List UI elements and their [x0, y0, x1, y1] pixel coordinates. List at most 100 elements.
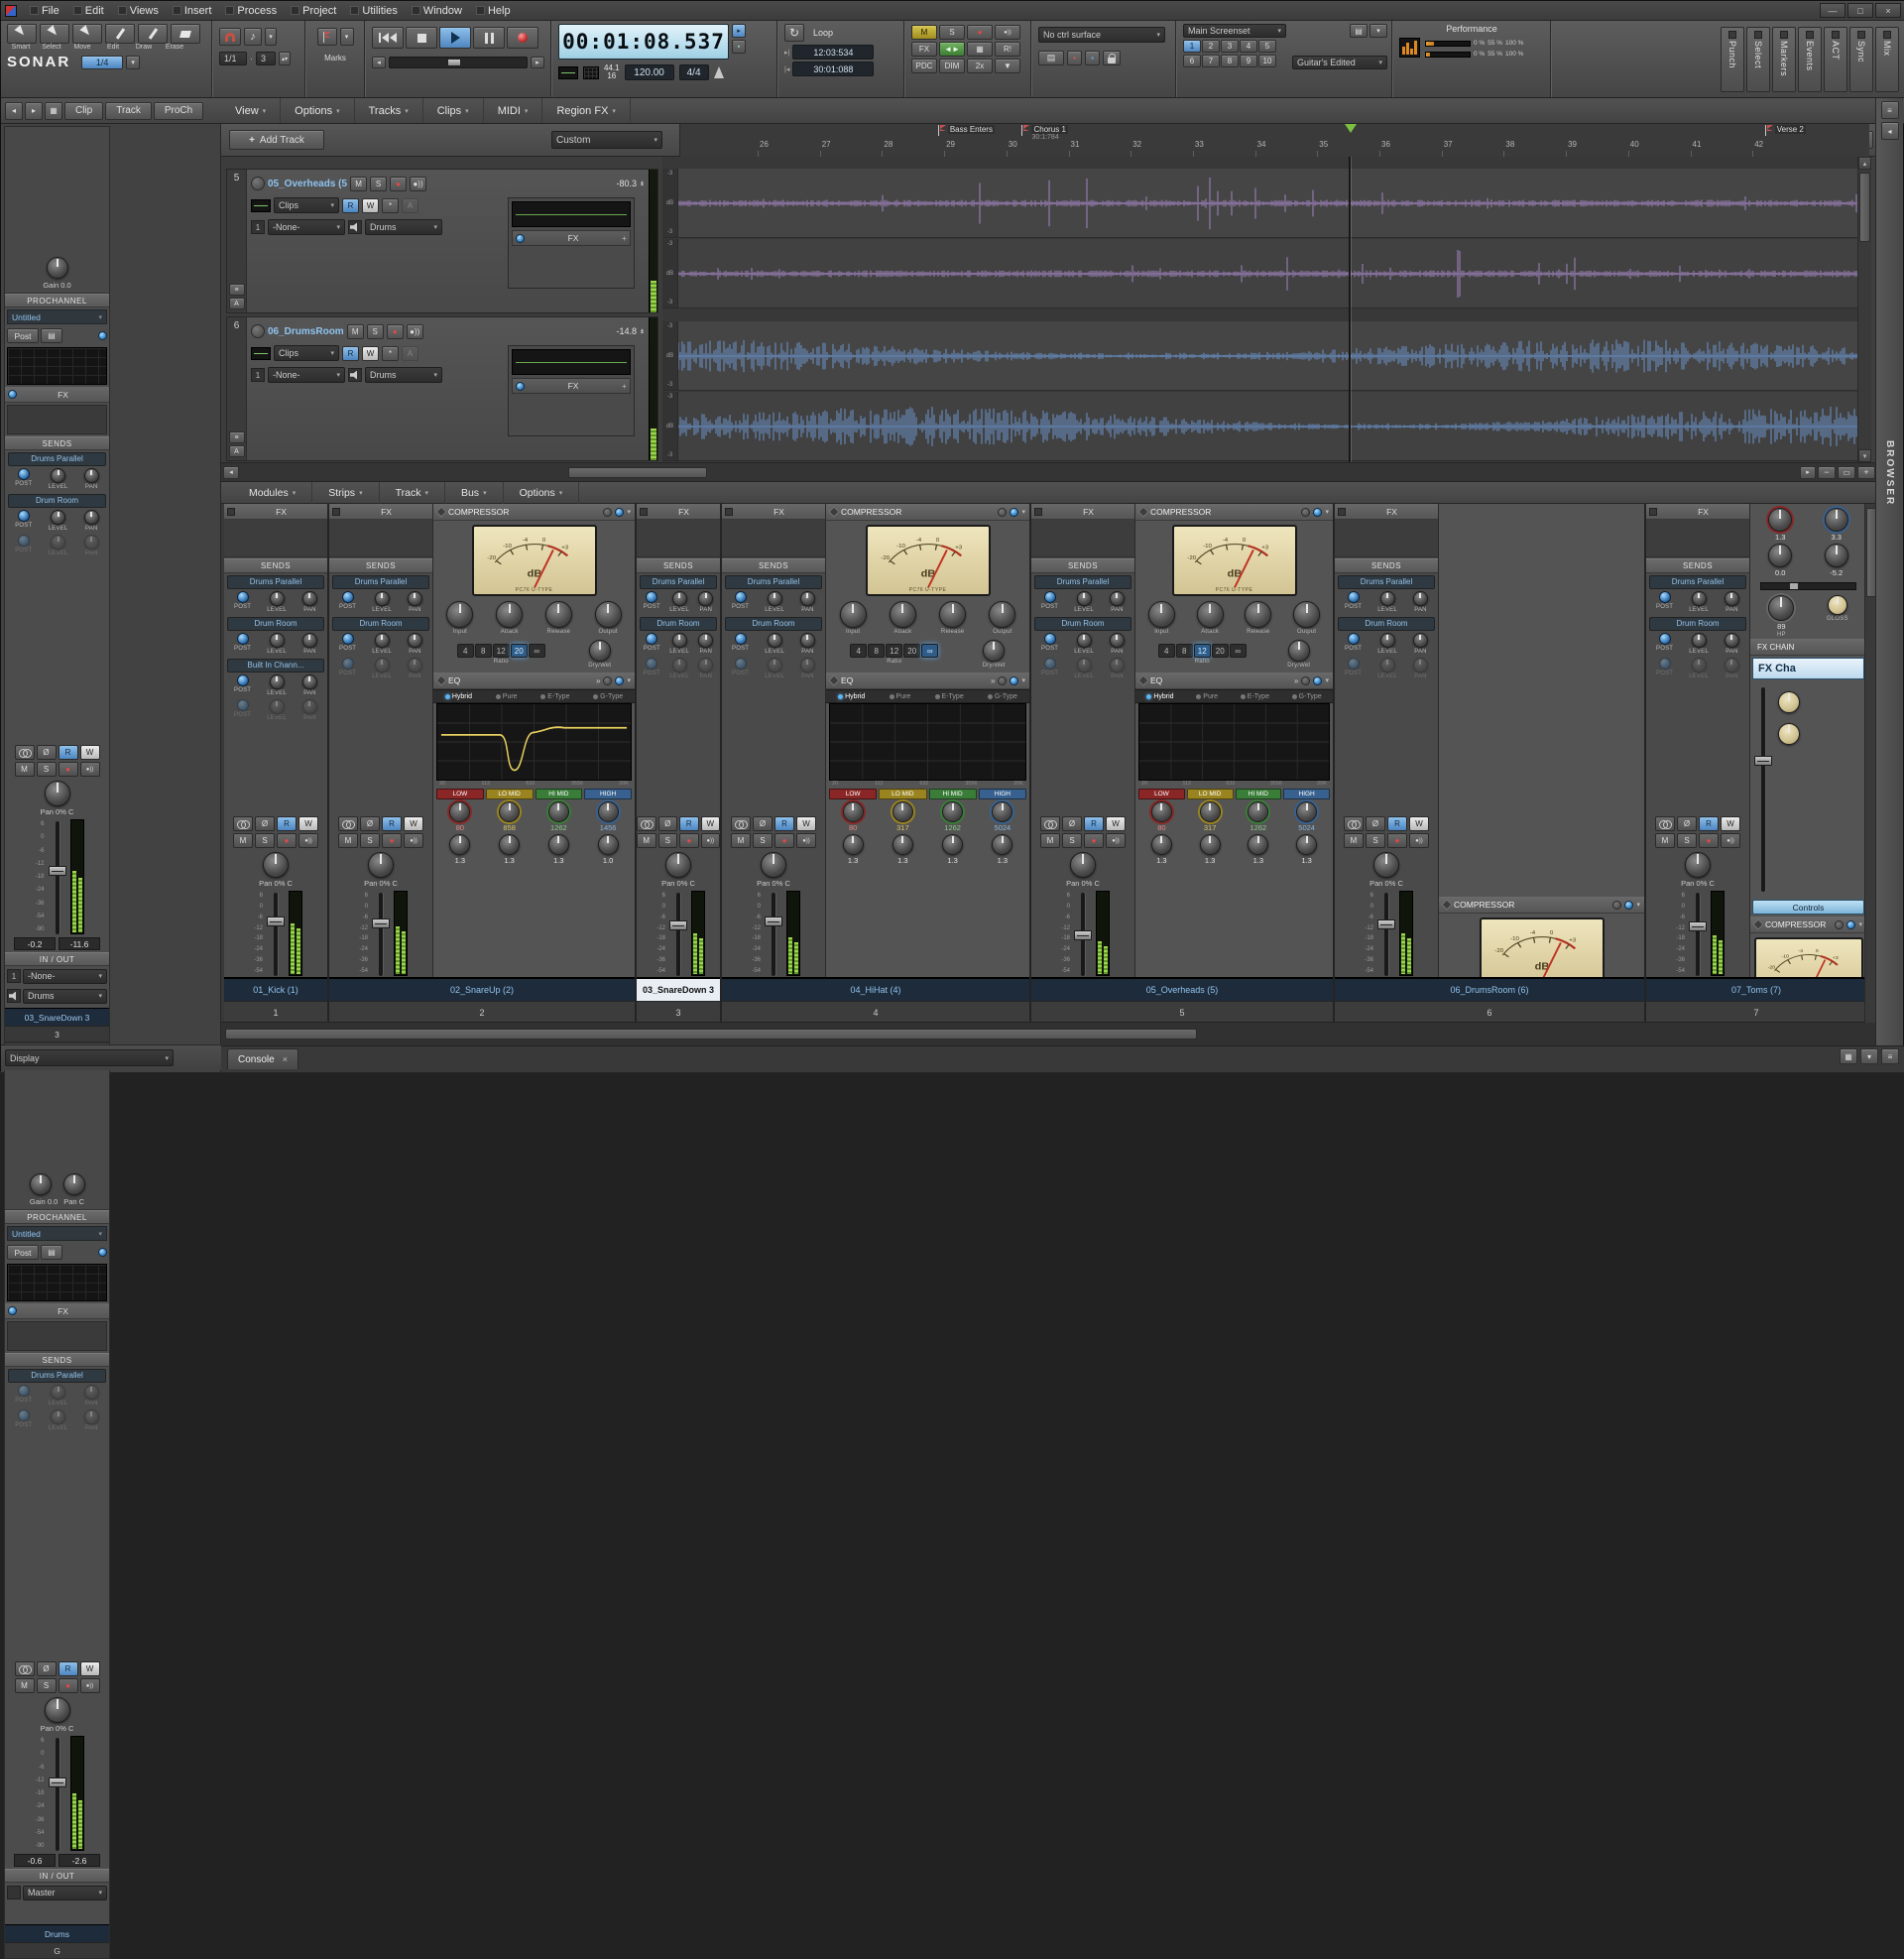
menu-window[interactable]: Window [405, 3, 469, 19]
power-icon[interactable] [98, 1248, 107, 1257]
send-pan-knob[interactable] [302, 674, 317, 689]
band-gain-knob[interactable] [598, 834, 619, 855]
fx-bin[interactable] [329, 520, 432, 557]
volume-fader[interactable] [764, 891, 783, 977]
pause-button[interactable] [473, 27, 505, 49]
volume-fader[interactable] [1688, 891, 1708, 977]
ratio-20-button[interactable]: 20 [903, 644, 920, 658]
archive-button[interactable]: A [402, 346, 418, 361]
send-pan-knob[interactable] [698, 591, 713, 606]
send-post-led[interactable] [237, 674, 249, 686]
send-pan-knob[interactable] [1725, 633, 1739, 648]
marker-add-button[interactable] [317, 28, 337, 46]
tool-move[interactable] [72, 24, 102, 44]
interleave-button[interactable] [1040, 816, 1060, 831]
fx-bypass-icon[interactable] [1338, 508, 1346, 516]
send-pan-knob[interactable] [84, 1409, 99, 1424]
console-menu-bus[interactable]: Bus▾ [445, 482, 504, 504]
eq-type-hybrid[interactable]: Hybrid [445, 693, 472, 700]
solo-button[interactable]: S [1366, 833, 1385, 848]
scroll-left-icon[interactable]: ◂ [223, 466, 239, 479]
tool-smart[interactable] [7, 24, 37, 44]
band-gain-knob[interactable] [892, 834, 913, 855]
metronome-icon[interactable] [714, 66, 724, 78]
close-icon[interactable]: × [283, 1054, 288, 1064]
ratio-4-button[interactable]: 4 [1158, 644, 1175, 658]
stop-button[interactable] [406, 27, 437, 49]
screenset-8[interactable]: 8 [1221, 55, 1239, 67]
tools-more-button[interactable]: ▾ [126, 56, 140, 69]
strip-name[interactable]: 07_Toms (7) [1646, 977, 1864, 1001]
send-post-led[interactable] [237, 633, 249, 645]
record-arm-button[interactable]: ● [387, 324, 404, 339]
send-level-knob[interactable] [1692, 591, 1707, 606]
marker-bass-enters[interactable]: Bass Enters [938, 125, 995, 136]
menu-midi[interactable]: MIDI▾ [484, 98, 543, 123]
ratio-12-button[interactable]: 12 [1194, 644, 1211, 658]
menu-view[interactable]: View▾ [221, 98, 281, 123]
eq-expand-icon[interactable]: » [1294, 676, 1298, 685]
chevron-down-icon[interactable]: ▾ [627, 508, 631, 516]
ratio-4-button[interactable]: 4 [850, 644, 867, 658]
send-post-led[interactable] [342, 591, 354, 603]
band-gain-knob[interactable] [449, 834, 470, 855]
gain-knob[interactable] [30, 1173, 52, 1195]
fader-handle[interactable] [765, 917, 782, 926]
fader-handle[interactable] [49, 1777, 66, 1787]
chevron-down-icon[interactable]: ▾ [1021, 676, 1025, 684]
dock-list-icon[interactable]: ≡ [1881, 1048, 1899, 1064]
band-freq-knob[interactable] [598, 801, 619, 822]
screenset-revert-button[interactable]: ▾ [1369, 24, 1387, 38]
solo-button[interactable]: S [360, 833, 380, 848]
send-pan-knob[interactable] [84, 1385, 99, 1400]
band-gain-knob[interactable] [1151, 834, 1172, 855]
eq-preset-icon[interactable] [603, 676, 612, 685]
phase-button[interactable]: Ø [1677, 816, 1697, 831]
menu-tracks[interactable]: Tracks▾ [355, 98, 423, 123]
fx-bypass-icon[interactable] [725, 508, 733, 516]
volume-fader[interactable] [48, 1736, 67, 1853]
pan-knob[interactable] [45, 1697, 70, 1723]
inspector-tab-proch[interactable]: ProCh [154, 102, 203, 120]
fx-bin[interactable] [1031, 520, 1134, 557]
snap-strength-dropdown[interactable]: 3 [256, 52, 276, 65]
marker-chorus-1[interactable]: Chorus 130:1:784 [1021, 125, 1067, 141]
module-tab-punch[interactable]: Punch [1721, 27, 1744, 92]
send-level-knob[interactable] [672, 633, 687, 648]
screenset-copy-button[interactable]: ▤ [1350, 24, 1368, 38]
phase-button[interactable]: Ø [1062, 816, 1082, 831]
clip-lane[interactable]: -3dB-3 [662, 321, 1857, 391]
fxchain-controls-button[interactable]: Controls [1752, 900, 1864, 915]
fader-handle[interactable] [49, 866, 66, 876]
display-dropdown[interactable]: Display▾ [5, 1049, 174, 1066]
read-automation-button[interactable]: R [59, 1661, 78, 1676]
pan-knob[interactable] [63, 1173, 85, 1195]
record-arm-button[interactable]: ● [390, 177, 407, 191]
pc-flip-button[interactable]: ▤ [41, 1245, 62, 1260]
output-dropdown[interactable]: Drums▾ [365, 219, 442, 235]
solo-button[interactable]: S [1062, 833, 1082, 848]
send-pan-knob[interactable] [84, 535, 99, 550]
ratio-20-button[interactable]: 20 [511, 644, 528, 658]
interleave-button[interactable] [1655, 816, 1675, 831]
mix-menu-button[interactable]: ▼ [995, 59, 1020, 73]
fader-handle[interactable] [267, 917, 285, 926]
send-name[interactable]: Drums Parallel [8, 452, 106, 466]
chevron-down-icon[interactable]: ▾ [1021, 508, 1025, 516]
eq-type-e-type[interactable]: E-Type [1241, 693, 1269, 700]
read-automation-button[interactable]: R [342, 346, 359, 361]
send-pan-knob[interactable] [302, 699, 317, 714]
global-fx-button[interactable]: FX [911, 42, 937, 57]
fx-bypass-icon[interactable] [1649, 508, 1657, 516]
band-freq-knob[interactable] [1248, 801, 1268, 822]
fxchain-knob[interactable] [1778, 723, 1800, 745]
input-echo-button[interactable]: ●)) [298, 833, 318, 848]
send-post-led[interactable] [18, 510, 30, 522]
module-tab-events[interactable]: Events [1798, 27, 1822, 92]
band-gain-knob[interactable] [1296, 834, 1317, 855]
volume-fader[interactable] [266, 891, 286, 977]
surface-lock-button[interactable] [1103, 51, 1121, 65]
read-automation-button[interactable]: R [277, 816, 297, 831]
screenset-7[interactable]: 7 [1202, 55, 1220, 67]
track-hscroll-thumb[interactable] [568, 467, 707, 478]
